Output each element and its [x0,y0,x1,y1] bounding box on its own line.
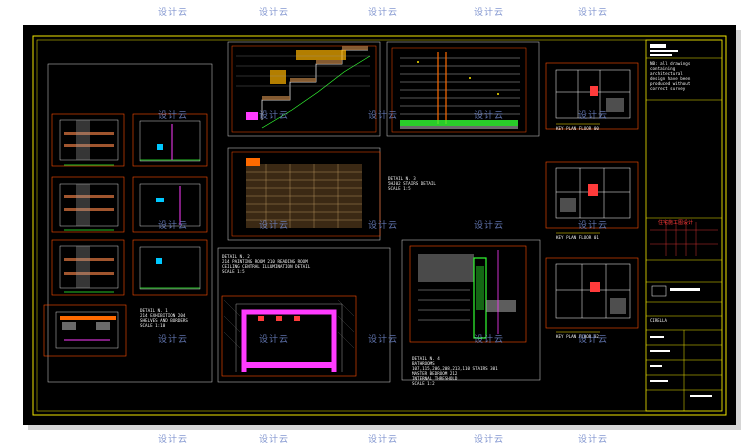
watermark-text: 设计云 [259,8,290,18]
watermark-text: 设计云 [578,221,609,231]
side-chinese-label: 住宅施工图设计 [658,220,694,226]
watermark-text: 设计云 [259,335,290,345]
key-plan-floor-01-label: KEY PLAN FLOOR 01 [556,235,599,240]
watermark-text: 设计云 [259,111,290,121]
watermark-text: 设计云 [578,111,609,121]
watermark-text: 设计云 [158,435,189,445]
detail-2-label: DETAIL N. 2 214 PAINTING ROOM 210 READIN… [222,254,311,274]
watermark-text: 设计云 [368,221,399,231]
watermark-text: 设计云 [474,111,505,121]
detail-1-label: DETAIL N. 1 214 EXHIBITION 204 SHELVES A… [140,308,188,328]
title-block-note: NB: all drawings containing architectura… [650,61,691,91]
watermark-text: 设计云 [474,221,505,231]
watermark-text: 设计云 [578,335,609,345]
watermark-text: 设计云 [158,8,189,18]
watermark-text: 设计云 [368,435,399,445]
watermark-text: 设计云 [368,111,399,121]
watermark-text: 设计云 [259,221,290,231]
watermark-text: 设计云 [474,335,505,345]
watermark-text: 设计云 [368,335,399,345]
watermark-text: 设计云 [578,8,609,18]
detail-3-label: DETAIL N. 3 5HJ02 STAIRS DETAIL SCALE 1:… [388,176,436,191]
watermark-text: 设计云 [259,435,290,445]
watermark-text: 设计云 [474,8,505,18]
watermark-text: 设计云 [578,435,609,445]
watermark-text: 设计云 [368,8,399,18]
watermark-text: 设计云 [474,435,505,445]
watermark-text: 设计云 [158,111,189,121]
key-plan-floor-00-label: KEY PLAN FLOOR 00 [556,126,599,131]
client-name: CIRELLA [650,318,667,323]
detail-4-label: DETAIL N. 4 BATHROOMS 107,115,206,208,21… [412,356,498,386]
watermark-text: 设计云 [158,221,189,231]
watermark-text: 设计云 [158,335,189,345]
